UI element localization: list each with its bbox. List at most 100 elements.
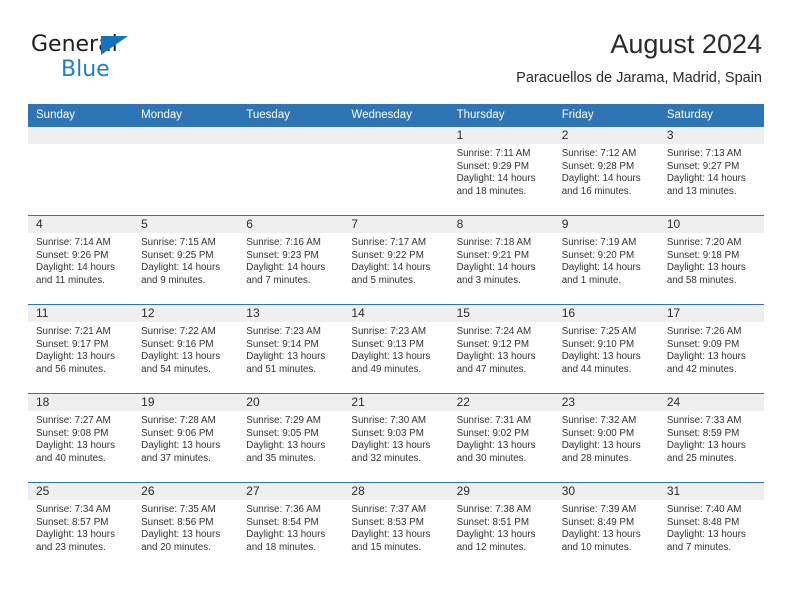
daylight-duration: Daylight: 13 hours and 20 minutes. [141, 529, 221, 553]
sunset-time: Sunset: 8:56 PM [141, 516, 214, 528]
day-details: Sunrise: 7:25 AM Sunset: 9:10 PM Daylight:… [554, 322, 659, 376]
calendar-cell-empty [343, 126, 449, 216]
calendar-cell-day-6[interactable]: 6 Sunrise: 7:16 AM Sunset: 9:23 PM Daylight… [238, 215, 344, 305]
calendar-cell-day-3[interactable]: 3 Sunrise: 7:13 AM Sunset: 9:27 PM Daylight… [658, 126, 764, 216]
calendar-cell-empty [28, 126, 134, 216]
sunrise-time: Sunrise: 7:39 AM [561, 504, 637, 515]
calendar-cell-day-25[interactable]: 25 Sunrise: 7:34 AM Sunset: 8:57 PM Dayligh… [28, 482, 134, 571]
sunrise-time: Sunrise: 7:19 AM [561, 237, 637, 248]
day-details: Sunrise: 7:28 AM Sunset: 9:06 PM Daylight:… [133, 411, 238, 465]
day-cell: 18 Sunrise: 7:27 AM Sunset: 9:08 PM Dayligh… [28, 394, 134, 482]
daylight-duration: Daylight: 14 hours and 3 minutes. [456, 262, 536, 286]
calendar-cell-day-15[interactable]: 15 Sunrise: 7:24 AM Sunset: 9:12 PM Dayligh… [448, 304, 554, 394]
calendar-cell-day-9[interactable]: 9 Sunrise: 7:19 AM Sunset: 9:20 PM Daylight… [553, 215, 659, 305]
day-number: 27 [238, 483, 344, 500]
brand-logo: General Blue [31, 34, 151, 82]
day-cell: 2 Sunrise: 7:12 AM Sunset: 9:28 PM Daylight… [553, 127, 659, 215]
calendar-cell-day-29[interactable]: 29 Sunrise: 7:38 AM Sunset: 8:51 PM Dayligh… [448, 482, 554, 571]
calendar-cell-day-31[interactable]: 31 Sunrise: 7:40 AM Sunset: 8:48 PM Dayligh… [658, 482, 764, 571]
sunrise-time: Sunrise: 7:28 AM [141, 415, 216, 426]
calendar-cell-day-11[interactable]: 11 Sunrise: 7:21 AM Sunset: 9:17 PM Dayligh… [28, 304, 134, 394]
daylight-duration: Daylight: 13 hours and 10 minutes. [561, 529, 641, 553]
day-cell: 10 Sunrise: 7:20 AM Sunset: 9:18 PM Dayligh… [658, 216, 764, 304]
sunset-time: Sunset: 8:54 PM [246, 516, 319, 528]
calendar-cell-day-30[interactable]: 30 Sunrise: 7:39 AM Sunset: 8:49 PM Dayligh… [553, 482, 659, 571]
sunset-time: Sunset: 8:51 PM [456, 516, 529, 528]
day-cell: 31 Sunrise: 7:40 AM Sunset: 8:48 PM Dayligh… [658, 483, 764, 571]
sunrise-time: Sunrise: 7:29 AM [246, 415, 321, 426]
calendar-cell-empty [238, 126, 344, 216]
page-header: General Blue August 2024 Paracuellos de … [0, 0, 792, 86]
calendar-cell-day-27[interactable]: 27 Sunrise: 7:36 AM Sunset: 8:54 PM Dayligh… [238, 482, 344, 571]
sunrise-time: Sunrise: 7:33 AM [666, 415, 742, 426]
day-number: 14 [343, 305, 449, 322]
day-details: Sunrise: 7:12 AM Sunset: 9:28 PM Daylight:… [554, 144, 659, 198]
day-cell: 25 Sunrise: 7:34 AM Sunset: 8:57 PM Dayligh… [28, 483, 134, 571]
day-cell: 7 Sunrise: 7:17 AM Sunset: 9:22 PM Daylight… [343, 216, 449, 304]
calendar-cell-day-23[interactable]: 23 Sunrise: 7:32 AM Sunset: 9:00 PM Dayligh… [553, 393, 659, 483]
day-cell: 27 Sunrise: 7:36 AM Sunset: 8:54 PM Dayligh… [238, 483, 344, 571]
calendar-week-row: 25 Sunrise: 7:34 AM Sunset: 8:57 PM Dayligh… [28, 482, 764, 571]
calendar-cell-day-14[interactable]: 14 Sunrise: 7:23 AM Sunset: 9:13 PM Dayligh… [343, 304, 449, 394]
weekday-header-wednesday: Wednesday [343, 104, 449, 127]
day-cell: 17 Sunrise: 7:26 AM Sunset: 9:09 PM Dayligh… [658, 305, 764, 393]
day-number: 24 [658, 394, 764, 411]
sunset-time: Sunset: 9:06 PM [141, 427, 214, 439]
calendar-page: General Blue August 2024 Paracuellos de … [0, 0, 792, 612]
calendar-cell-day-26[interactable]: 26 Sunrise: 7:35 AM Sunset: 8:56 PM Dayligh… [133, 482, 239, 571]
calendar-cell-day-21[interactable]: 21 Sunrise: 7:30 AM Sunset: 9:03 PM Dayligh… [343, 393, 449, 483]
calendar-cell-day-10[interactable]: 10 Sunrise: 7:20 AM Sunset: 9:18 PM Dayligh… [658, 215, 764, 305]
day-cell: 5 Sunrise: 7:15 AM Sunset: 9:25 PM Daylight… [133, 216, 239, 304]
day-number: 11 [28, 305, 134, 322]
sunset-time: Sunset: 9:21 PM [456, 249, 529, 261]
sunrise-time: Sunrise: 7:35 AM [141, 504, 216, 515]
calendar-cell-day-13[interactable]: 13 Sunrise: 7:23 AM Sunset: 9:14 PM Dayligh… [238, 304, 344, 394]
weekday-header-tuesday: Tuesday [238, 104, 344, 127]
daylight-duration: Daylight: 13 hours and 35 minutes. [246, 440, 326, 464]
day-details: Sunrise: 7:32 AM Sunset: 9:00 PM Daylight:… [554, 411, 659, 465]
sunset-time: Sunset: 8:49 PM [561, 516, 635, 528]
calendar-cell-day-8[interactable]: 8 Sunrise: 7:18 AM Sunset: 9:21 PM Daylight… [448, 215, 554, 305]
daylight-duration: Daylight: 14 hours and 18 minutes. [456, 173, 536, 197]
calendar-cell-day-24[interactable]: 24 Sunrise: 7:33 AM Sunset: 8:59 PM Dayligh… [658, 393, 764, 483]
day-number: 22 [448, 394, 554, 411]
calendar-table: Sunday Monday Tuesday Wednesday Thursday Frid… [28, 104, 764, 571]
calendar-cell-day-2[interactable]: 2 Sunrise: 7:12 AM Sunset: 9:28 PM Daylight… [553, 126, 659, 216]
calendar-cell-day-18[interactable]: 18 Sunrise: 7:27 AM Sunset: 9:08 PM Dayligh… [28, 393, 134, 483]
day-details: Sunrise: 7:35 AM Sunset: 8:56 PM Daylight:… [133, 500, 238, 554]
sunrise-time: Sunrise: 7:34 AM [36, 504, 111, 515]
calendar-cell-day-12[interactable]: 12 Sunrise: 7:22 AM Sunset: 9:16 PM Dayligh… [133, 304, 239, 394]
calendar-cell-day-28[interactable]: 28 Sunrise: 7:37 AM Sunset: 8:53 PM Dayligh… [343, 482, 449, 571]
day-details: Sunrise: 7:37 AM Sunset: 8:53 PM Daylight:… [343, 500, 448, 554]
day-details: Sunrise: 7:26 AM Sunset: 9:09 PM Daylight:… [659, 322, 764, 376]
day-number: 15 [448, 305, 554, 322]
day-number: 16 [553, 305, 659, 322]
sunrise-time: Sunrise: 7:26 AM [666, 326, 742, 337]
day-number [28, 127, 134, 144]
calendar-cell-day-17[interactable]: 17 Sunrise: 7:26 AM Sunset: 9:09 PM Dayligh… [658, 304, 764, 394]
day-cell: 29 Sunrise: 7:38 AM Sunset: 8:51 PM Dayligh… [448, 483, 554, 571]
sunrise-time: Sunrise: 7:30 AM [351, 415, 427, 426]
day-details: Sunrise: 7:33 AM Sunset: 8:59 PM Daylight:… [659, 411, 764, 465]
sunset-time: Sunset: 9:27 PM [666, 160, 740, 172]
sunrise-time: Sunrise: 7:22 AM [141, 326, 216, 337]
day-number: 5 [133, 216, 239, 233]
sunset-time: Sunset: 9:23 PM [246, 249, 319, 261]
calendar-cell-day-4[interactable]: 4 Sunrise: 7:14 AM Sunset: 9:26 PM Daylight… [28, 215, 134, 305]
sunrise-time: Sunrise: 7:12 AM [561, 148, 637, 159]
calendar-cell-day-19[interactable]: 19 Sunrise: 7:28 AM Sunset: 9:06 PM Dayligh… [133, 393, 239, 483]
daylight-duration: Daylight: 13 hours and 30 minutes. [456, 440, 536, 464]
calendar-cell-day-1[interactable]: 1 Sunrise: 7:11 AM Sunset: 9:29 PM Daylight… [448, 126, 554, 216]
day-number: 10 [658, 216, 764, 233]
day-cell: 28 Sunrise: 7:37 AM Sunset: 8:53 PM Dayligh… [343, 483, 449, 571]
sunrise-time: Sunrise: 7:21 AM [36, 326, 111, 337]
calendar-cell-day-20[interactable]: 20 Sunrise: 7:29 AM Sunset: 9:05 PM Dayligh… [238, 393, 344, 483]
calendar-cell-day-22[interactable]: 22 Sunrise: 7:31 AM Sunset: 9:02 PM Dayligh… [448, 393, 554, 483]
calendar-cell-day-5[interactable]: 5 Sunrise: 7:15 AM Sunset: 9:25 PM Daylight… [133, 215, 239, 305]
calendar-cell-day-16[interactable]: 16 Sunrise: 7:25 AM Sunset: 9:10 PM Dayligh… [553, 304, 659, 394]
day-cell: 1 Sunrise: 7:11 AM Sunset: 9:29 PM Daylight… [448, 127, 554, 215]
daylight-duration: Daylight: 13 hours and 54 minutes. [141, 351, 221, 375]
day-number: 31 [658, 483, 764, 500]
calendar-cell-day-7[interactable]: 7 Sunrise: 7:17 AM Sunset: 9:22 PM Daylight… [343, 215, 449, 305]
sunrise-time: Sunrise: 7:13 AM [666, 148, 742, 159]
